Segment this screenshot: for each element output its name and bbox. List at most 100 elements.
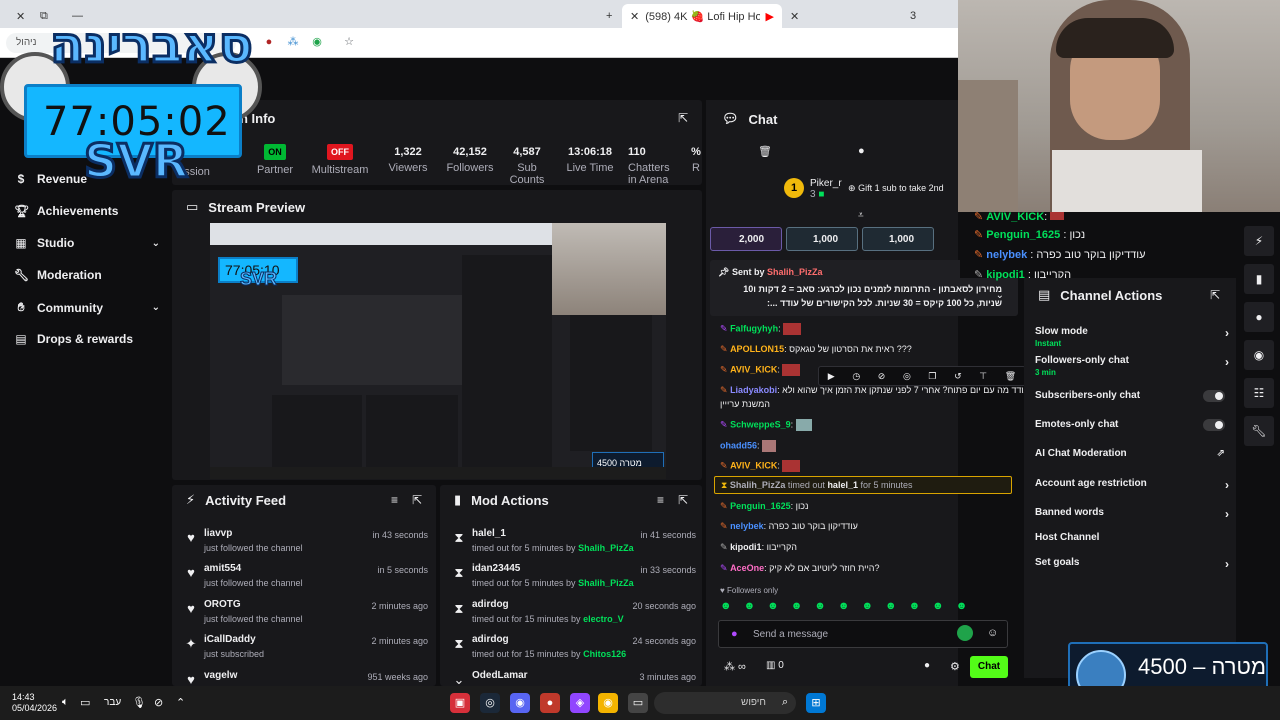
gear-icon[interactable]: ⚙ xyxy=(950,660,960,673)
network-icon[interactable]: ▭ xyxy=(80,696,90,709)
users-icon[interactable]: ☷ xyxy=(1244,378,1274,408)
trash-icon[interactable]: 🗑︎ xyxy=(758,145,772,158)
reply-icon[interactable]: ◎ xyxy=(903,371,911,382)
wrench-icon[interactable]: 🔧︎ xyxy=(1244,416,1274,446)
monitor-icon: ▭ xyxy=(186,199,199,214)
bookmark-star-icon[interactable]: ☆ xyxy=(342,35,356,49)
subscribers-only-toggle[interactable] xyxy=(1203,390,1225,402)
extension-icon[interactable]: ◉ xyxy=(310,35,324,49)
star-icon: ✦ xyxy=(185,636,197,651)
clock-icon[interactable]: ◷ xyxy=(852,371,860,382)
chevron-down-icon[interactable]: ⌄ xyxy=(996,290,1004,301)
stream-preview-video[interactable]: 77:05:10 SVR 4500 מטרה xyxy=(210,223,666,479)
slow-mode-option[interactable]: Slow mode Instant › xyxy=(1035,326,1229,348)
followers-only-option[interactable]: Followers-only chat 3 min › xyxy=(1035,355,1229,377)
expand-leaderboard-icon[interactable]: ⩡ xyxy=(858,210,864,221)
steam-icon[interactable]: ◎ xyxy=(480,693,500,713)
send-chat-button[interactable]: Chat xyxy=(970,656,1008,678)
chat-bubble-icon[interactable]: ● xyxy=(1244,302,1274,332)
sidebar-item-studio[interactable]: ▦ Studio ⌄ xyxy=(14,236,160,250)
lightning-icon[interactable]: ⚡︎ xyxy=(1244,226,1274,256)
undo-icon[interactable]: ↺ xyxy=(954,371,962,382)
document-icon: ▮ xyxy=(454,492,462,507)
windows-start-icon[interactable]: ⊞ xyxy=(806,693,826,713)
twitch-icon[interactable]: ◈ xyxy=(570,693,590,713)
chevron-down-icon: ⌄ xyxy=(453,672,465,684)
speaker-icon[interactable]: 🔈︎ xyxy=(62,696,69,709)
browser-tab-3[interactable]: 3 xyxy=(902,4,924,28)
language-indicator[interactable]: עבר xyxy=(104,697,121,708)
users-icon[interactable]: ⁂ ∞ xyxy=(724,660,746,673)
points-display[interactable]: ▥ 0 xyxy=(766,660,784,671)
host-channel-option[interactable]: Host Channel xyxy=(1035,532,1229,543)
chrome-icon[interactable]: ◉ xyxy=(598,693,618,713)
emotes-only-toggle[interactable] xyxy=(1203,419,1225,431)
tab-close-icon[interactable]: ✕ xyxy=(782,4,807,28)
list-item: ⧗ adirdog timed out for 15 minutes by ele… xyxy=(452,599,696,624)
pin-icon[interactable]: ⊤ xyxy=(979,371,987,382)
sidebar-item-community[interactable]: ✋︎ Community ⌄ xyxy=(14,300,160,315)
external-link-icon: ⇗ xyxy=(1216,448,1225,459)
emoji-icon[interactable]: ☺ xyxy=(987,627,998,639)
app-icon[interactable]: ● xyxy=(540,693,560,713)
extension-icon[interactable]: ⁂ xyxy=(286,35,300,49)
popout-icon[interactable]: ⇱ xyxy=(678,111,688,125)
chat-message-continued: המשנת ערייין xyxy=(720,399,770,409)
extension-icon[interactable]: ● xyxy=(262,35,276,49)
broadcast-icon[interactable]: ◉ xyxy=(1244,340,1274,370)
taskbar-search[interactable]: חיפוש xyxy=(654,692,796,714)
document-icon[interactable]: ▮ xyxy=(1244,264,1274,294)
chat-message: ✎ AVIV_KICK: xyxy=(720,460,1010,472)
chevron-up-icon[interactable]: ⌃ xyxy=(176,696,185,709)
chat-settings-icon[interactable]: ● xyxy=(924,660,930,671)
preview-tag: SVR xyxy=(239,269,278,290)
browser-tab-lofi[interactable]: ✕ (598) 4K 🍓 Lofi Hip Hop Beats ▶ xyxy=(622,4,782,28)
trash-icon[interactable]: 🗑︎ xyxy=(1005,371,1016,382)
filter-icon[interactable]: ≡ xyxy=(657,493,664,507)
banned-words-option[interactable]: Banned words › xyxy=(1035,507,1229,521)
chat-overlay: ✎ AVIV_KICK: ✎ Penguin_1625 : נכון ✎ nel… xyxy=(960,208,1236,281)
gift-sub-text[interactable]: ⊕ Gift 1 sub to take 2nd xyxy=(848,183,944,194)
chat-bubble-icon[interactable]: ● xyxy=(858,145,865,157)
filter-icon[interactable]: ≡ xyxy=(391,493,398,507)
hourglass-icon: ⧗ xyxy=(721,480,728,490)
emotes-only-option[interactable]: Emotes-only chat xyxy=(1035,419,1229,431)
popout-icon[interactable]: ⇱ xyxy=(678,493,688,507)
overlay-tag: SVR xyxy=(82,133,189,190)
chat-input[interactable]: ● Send a message ☺ xyxy=(718,620,1008,648)
sidebar-item-achievements[interactable]: 🏆︎ Achievements xyxy=(14,204,160,218)
hourglass-icon: ⧗ xyxy=(454,530,464,545)
account-age-option[interactable]: Account age restriction › xyxy=(1035,478,1229,492)
sidebar-item-moderation[interactable]: 🔧︎ Moderation xyxy=(14,268,160,282)
app-icon[interactable]: ▣ xyxy=(450,693,470,713)
ban-icon[interactable]: ⊘ xyxy=(878,371,886,382)
overlay-title: סאברינה xyxy=(49,15,255,76)
hourglass-icon: ⧗ xyxy=(454,565,464,580)
subscribers-only-option[interactable]: Subscribers-only chat xyxy=(1035,390,1229,402)
goal-title: 4500 – מטרה xyxy=(1138,654,1266,679)
set-goals-option[interactable]: Set goals › xyxy=(1035,557,1229,571)
discord-icon[interactable]: ◉ xyxy=(510,693,530,713)
timeout-notice: ⧗ Shalih_PizZa timed out halel_1 for 5 m… xyxy=(714,476,1012,494)
kick-icon[interactable] xyxy=(957,625,973,641)
preview-actions xyxy=(570,315,652,451)
chat-bubble-icon: 💬︎ xyxy=(722,111,739,126)
popout-icon[interactable]: ⇱ xyxy=(412,493,422,507)
list-item: ♥ vagelw 951 weeks ago xyxy=(184,670,428,684)
system-clock[interactable]: 14:43 05/04/2026 xyxy=(12,692,57,714)
copy-icon[interactable]: ❐ xyxy=(928,371,936,382)
emote-bar[interactable]: ☻☻☻☻☻☻☻☻☻☻☻ xyxy=(720,600,1010,616)
popout-icon[interactable]: ⇱ xyxy=(1210,288,1220,302)
ai-moderation-option[interactable]: AI Chat Moderation ⇗ xyxy=(1035,448,1229,459)
notifications-off-icon[interactable]: ⊘ xyxy=(154,696,163,709)
tab-close-icon[interactable]: ✕ xyxy=(630,10,639,23)
file-explorer-icon[interactable]: ▭ xyxy=(628,693,648,713)
youtube-icon: ▶ xyxy=(765,10,774,23)
sidebar-item-drops-rewards[interactable]: ▤ Drops & rewards xyxy=(14,332,160,346)
mic-icon[interactable]: 🎙︎ xyxy=(132,696,146,709)
rate-stat: % R xyxy=(691,146,701,174)
gift-icon: ▤ xyxy=(15,332,27,346)
heart-icon: ♥ xyxy=(187,565,195,580)
play-icon[interactable]: ▶ xyxy=(828,371,835,382)
new-tab-button[interactable]: + xyxy=(598,4,620,28)
